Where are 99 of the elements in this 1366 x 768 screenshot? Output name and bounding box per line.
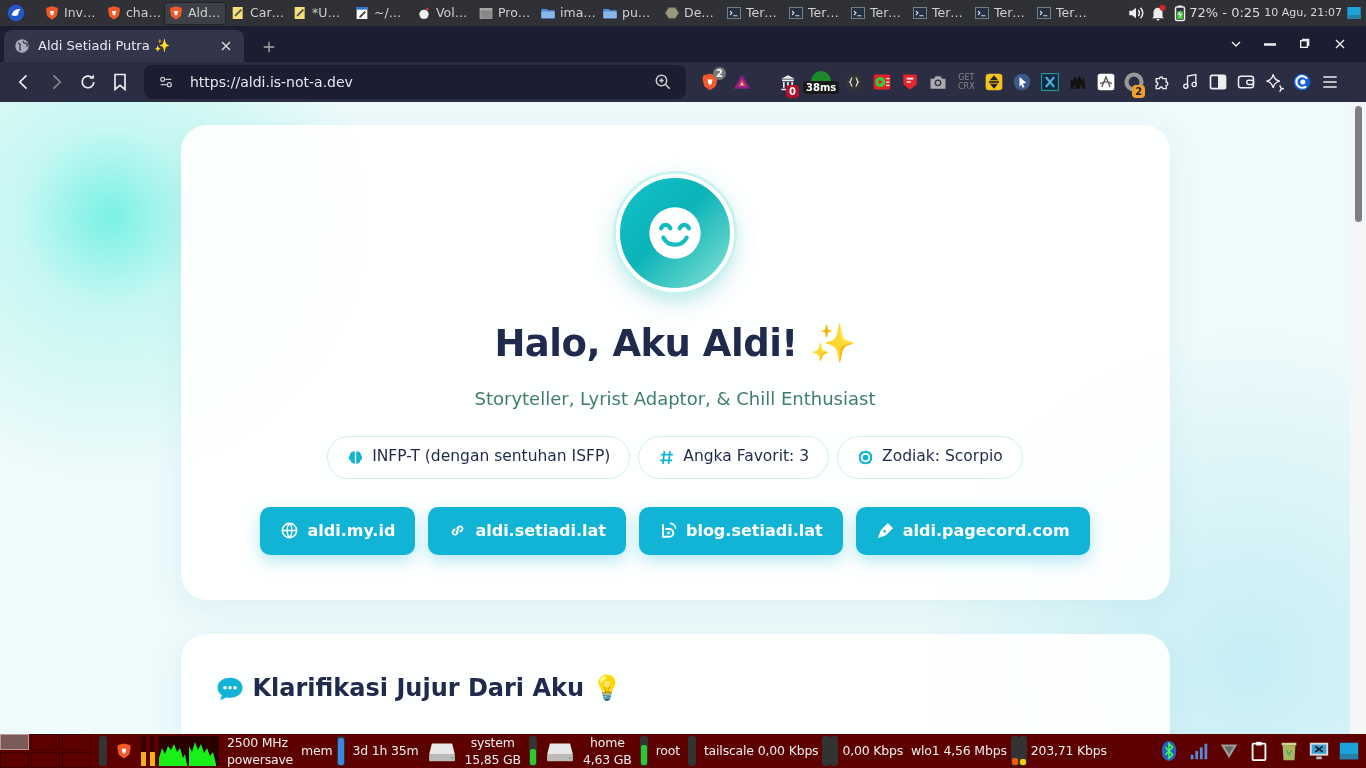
terminal-icon (974, 5, 990, 21)
extension-button[interactable]: GET CRX (952, 65, 981, 100)
terminal-icon (788, 5, 804, 21)
task-button[interactable]: Vol… (412, 1, 474, 25)
task-button[interactable]: Inv… (40, 1, 102, 25)
app-menu-icon (7, 4, 25, 22)
task-button[interactable]: Ter… (846, 1, 908, 25)
shield-icon (115, 741, 133, 760)
network-meter (830, 735, 839, 766)
globe-icon (14, 38, 30, 54)
notepad-icon (230, 5, 246, 21)
disk-size: 15,85 GB (464, 750, 521, 768)
ring-icon (1124, 72, 1145, 93)
desktop-pager-cell[interactable] (62, 751, 91, 768)
task-button[interactable]: De… (660, 1, 722, 25)
task-button[interactable]: Car… (226, 1, 288, 25)
pen-icon (875, 521, 895, 540)
address-bar[interactable]: https://aldi.is-not-a.dev (144, 65, 686, 100)
page-heading: Halo, Aku Aldi! ✨ (494, 321, 856, 367)
disk-size: 4,63 GB (583, 750, 632, 768)
brain-icon (347, 448, 365, 466)
notification-badge: 0 (786, 85, 799, 99)
task-button[interactable]: *U… (288, 1, 350, 25)
cpu-governor: powersave (227, 750, 294, 768)
task-button[interactable]: Ter… (908, 1, 970, 25)
window-icon (478, 5, 494, 21)
notification-badge: 2 (713, 67, 726, 81)
smiley-icon (647, 205, 703, 262)
task-button[interactable]: Pro… (474, 1, 536, 25)
desktop-pager-cell[interactable] (0, 751, 29, 768)
task-button[interactable]: Ter… (1032, 1, 1094, 25)
disk-label: root (655, 742, 680, 760)
clock[interactable]: 10 Agu, 21:07 (1264, 4, 1342, 22)
extension-button[interactable]: 38ms (802, 65, 841, 100)
extension-button[interactable]: 2 (1120, 65, 1149, 100)
hexagon-icon (664, 5, 680, 21)
letter-icon (1096, 72, 1117, 93)
braces-icon (844, 72, 865, 93)
cpu-frequency: 2500 MHz (227, 733, 289, 751)
text-editor-icon (354, 5, 370, 21)
chip-label: INFP-T (dengan sentuhan ISFP) (372, 446, 611, 468)
task-button[interactable]: Ter… (784, 1, 846, 25)
dome-icon (811, 70, 832, 81)
terminal-icon (1036, 5, 1052, 21)
hash-icon (658, 448, 676, 466)
extension-button[interactable]: 0 (774, 65, 802, 100)
terminal-icon (850, 5, 866, 21)
arrows-icon (984, 72, 1005, 93)
disk-meter (687, 735, 696, 766)
disk-label: home (590, 733, 625, 751)
launcher-meter (99, 735, 107, 766)
shield-icon (44, 5, 60, 21)
notification-badge: 38ms (803, 80, 840, 94)
network-meter (822, 735, 831, 766)
memory-label: mem (301, 742, 333, 760)
sidebar-icon (1208, 72, 1229, 93)
desktop-icon (1346, 5, 1362, 21)
notification-badge: 2 (1132, 85, 1146, 99)
section-heading: Klarifikasi Jujur Dari Aku 💡 (252, 674, 623, 703)
globe-icon (280, 521, 300, 540)
minimize-icon (1264, 42, 1276, 46)
task-button[interactable]: pu… (598, 1, 660, 25)
uptime: 3d 1h 35m (352, 742, 419, 760)
network-name: wlo1 (911, 742, 940, 760)
download-rate: 0,00 Kbps (757, 742, 819, 760)
play-list-icon (872, 72, 893, 93)
shield-icon (106, 5, 122, 21)
browser-tab[interactable]: Aldi Setiadi Putra ✨ (4, 30, 244, 62)
tab-title: Aldi Setiadi Putra ✨ (38, 37, 171, 56)
chip-label: Zodiak: Scorpio (882, 446, 1003, 468)
zodiac-icon (857, 448, 875, 466)
scrollbar-thumb[interactable] (1354, 106, 1362, 223)
address-field[interactable]: https://aldi.is-not-a.dev (188, 70, 640, 94)
terminal-icon (726, 5, 742, 21)
shield-icon (168, 5, 184, 21)
shields-button[interactable]: 2 (694, 67, 726, 98)
disk-label: system (470, 733, 515, 751)
chip-label: Angka Favorit: 3 (683, 446, 810, 468)
task-button[interactable]: cha… (102, 1, 164, 25)
cursor-icon (1012, 72, 1033, 93)
cpu-graph (159, 735, 219, 766)
zoom-in-icon (654, 73, 672, 92)
task-button[interactable]: ~/… (350, 1, 412, 25)
network-name: tailscale (703, 742, 754, 760)
upload-rate: 0,00 Kbps (842, 742, 904, 760)
sparkle-icon (1264, 72, 1285, 93)
swirl-icon (1292, 72, 1313, 93)
desktop-pager-cell[interactable] (31, 751, 60, 768)
task-button[interactable]: Ter… (970, 1, 1032, 25)
task-button[interactable]: Ter… (722, 1, 784, 25)
terminal-icon (912, 5, 928, 21)
notepad-icon (292, 5, 308, 21)
app-icon (416, 5, 432, 21)
task-button[interactable]: Ald… (164, 1, 226, 25)
x-icon (1040, 72, 1061, 93)
tagline: Storyteller, Lyrist Adaptor, & Chill Enthusiast (474, 386, 876, 411)
task-button[interactable]: ima… (536, 1, 598, 25)
download-rate: 4,56 Mbps (943, 742, 1007, 760)
upload-rate: 203,71 Kbps (1030, 742, 1107, 760)
